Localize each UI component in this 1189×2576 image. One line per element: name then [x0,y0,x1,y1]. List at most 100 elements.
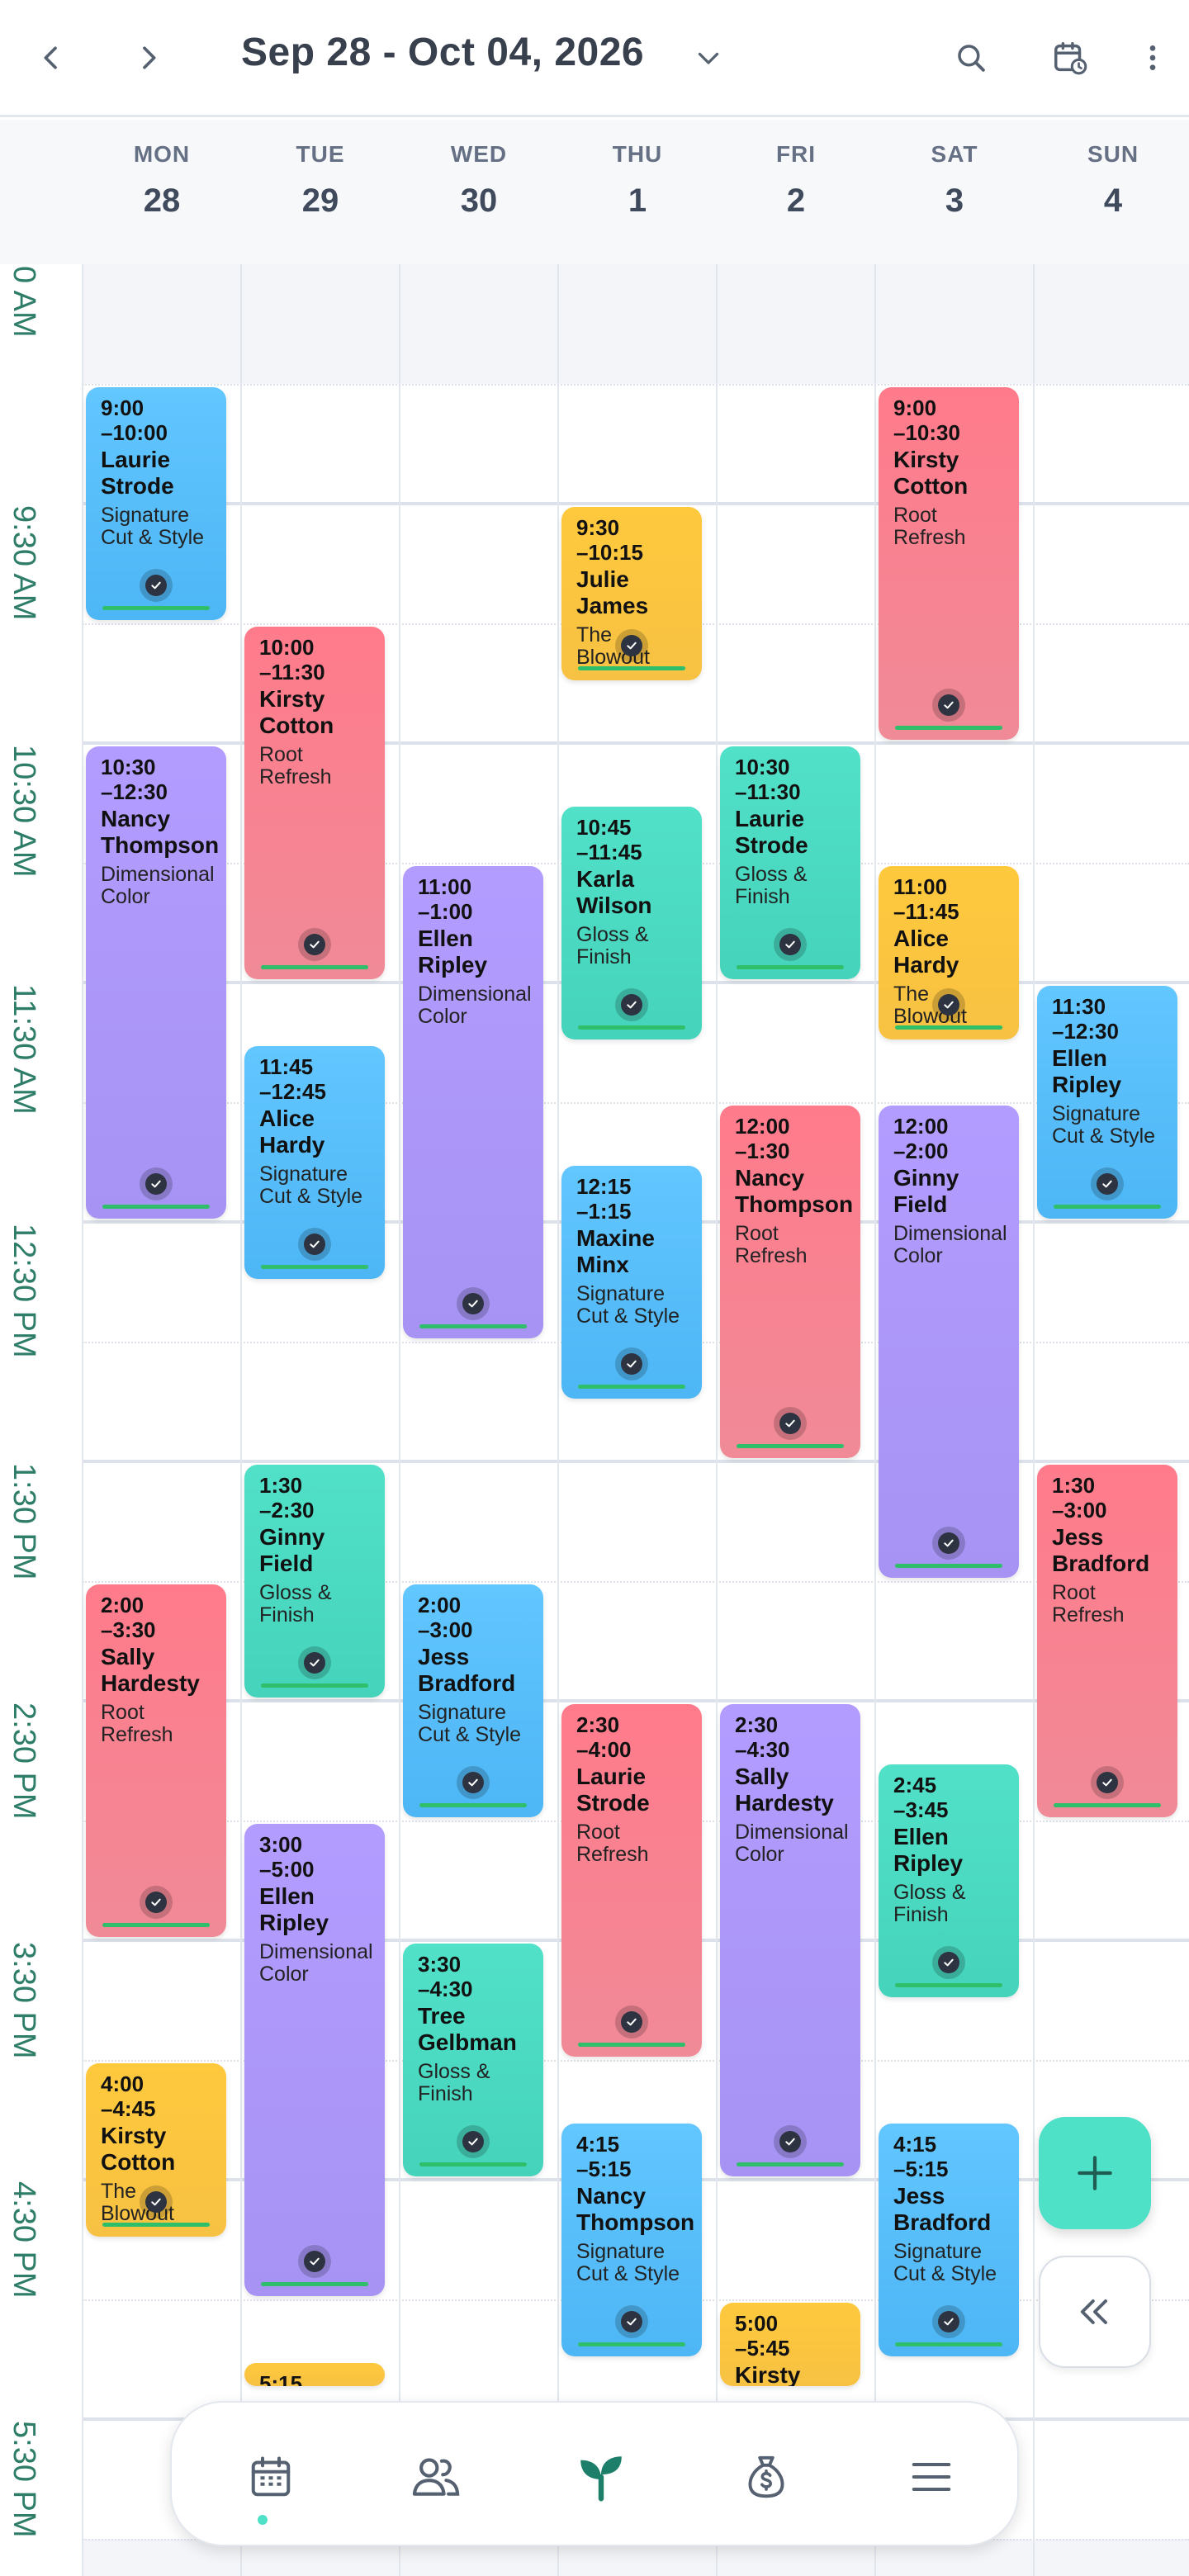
status-bar [895,1025,1002,1030]
calendar-grid[interactable]: 9:00 –10:00 Laurie Strode Signature Cut & … [82,264,1189,2576]
confirmed-check-icon [615,2005,648,2039]
appointment-open[interactable]: 5:15 –6:00 [244,2362,385,2386]
appointment-kirsty-cotton[interactable]: 5:00 –5:45Kirsty Cotton [720,2303,860,2386]
appointment-sally-hardesty[interactable]: 2:00 –3:30 Sally Hardesty Root Refresh [86,1584,226,1937]
confirmed-check-icon [1091,1167,1124,1200]
closed-hours-shade [83,264,1189,384]
nav-calendar[interactable] [230,2436,312,2518]
day-column-divider [399,264,400,2576]
date-range-title[interactable]: Sep 28 - Oct 04, 2026 [241,30,644,75]
confirmed-check-icon [774,1407,807,1440]
bottom-navigation [170,2401,1019,2546]
chevron-right-icon [143,46,156,69]
appointment-ginny-field[interactable]: 12:00 –2:00 Ginny Field Dimensional Color [879,1106,1019,1578]
status-bar [102,1205,210,1209]
service-name: Root Refresh [259,743,332,788]
time-label: 9:30 AM [7,505,41,621]
client-name: Nancy Thompson [576,2182,695,2235]
more-options-button[interactable] [1128,31,1177,84]
appointment-nancy-thompson[interactable]: 12:00 –1:30 Nancy Thompson Root Refresh [720,1106,860,1458]
appointment-tree-gelbman[interactable]: 3:30 –4:30 Tree Gelbman Gloss & Finish [403,1944,543,2176]
top-bar: Sep 28 - Oct 04, 2026 [0,0,1189,117]
confirmed-check-icon [774,928,807,961]
day-header-sat[interactable]: SAT 3 [875,141,1034,220]
appointment-time: 4:15 –5:15 [576,2131,632,2181]
date-range-dropdown[interactable] [682,31,735,84]
confirmed-check-icon [774,2125,807,2158]
appointment-laurie-strode[interactable]: 10:30 –11:30 Laurie Strode Gloss & Finish [720,746,860,979]
day-header-fri[interactable]: FRI 2 [717,141,875,220]
appointment-karla-wilson[interactable]: 10:45 –11:45 Karla Wilson Gloss & Finish [561,806,702,1039]
appointment-ginny-field[interactable]: 1:30 –2:30 Ginny Field Gloss & Finish [244,1465,385,1698]
appointment-ellen-ripley[interactable]: 11:00 –1:00 Ellen Ripley Dimensional Color [403,866,543,1338]
appointment-kirsty-cotton[interactable]: 9:00 –10:30 Kirsty Cotton Root Refresh [879,387,1019,740]
calendar-date-button[interactable] [1044,31,1097,84]
day-column-divider [874,264,876,2576]
hour-gridline [83,1460,1189,1463]
client-name: Laurie Strode [576,1764,650,1816]
day-header-tue[interactable]: TUE 29 [241,141,400,220]
client-name: Alice Hardy [259,1105,325,1158]
add-appointment-button[interactable] [1039,2117,1151,2229]
appointment-jess-bradford[interactable]: 4:15 –5:15 Jess Bradford Signature Cut & S… [879,2123,1019,2356]
appointment-ellen-ripley[interactable]: 3:00 –5:00 Ellen Ripley Dimensional Color [244,1824,385,2296]
appointment-jess-bradford[interactable]: 2:00 –3:00 Jess Bradford Signature Cut & S… [403,1584,543,1817]
collapse-panel-button[interactable] [1039,2256,1151,2368]
appointment-ellen-ripley[interactable]: 11:30 –12:30 Ellen Ripley Signature Cut & … [1037,986,1177,1219]
nav-menu[interactable] [890,2436,973,2518]
appointment-julie-james[interactable]: 9:30 –10:15 Julie James The Blowout [561,507,702,680]
time-label: 10:30 AM [7,745,41,878]
hour-gridline [83,502,1189,505]
nav-growth[interactable] [560,2436,642,2518]
nav-clients[interactable] [395,2436,477,2518]
client-name: Laurie Strode [101,447,174,499]
day-number: 29 [301,182,339,219]
appointment-time: 11:45 –12:45 [259,1054,326,1104]
appointment-time: 11:30 –12:30 [1052,994,1119,1044]
appointment-time: 4:15 –5:15 [893,2131,949,2181]
status-bar [578,2043,685,2047]
client-name: Tree Gelbman [418,2003,517,2055]
client-name: Ginny Field [893,1165,959,1217]
appointment-time: 2:00 –3:30 [101,1593,156,1642]
day-header-mon[interactable]: MON 28 [83,141,241,220]
appointment-time: 12:15 –1:15 [576,1173,632,1224]
time-label: 5:30 PM [7,2421,41,2538]
appointment-nancy-thompson[interactable]: 4:15 –5:15 Nancy Thompson Signature Cut & … [561,2123,702,2356]
nav-finances[interactable] [725,2436,808,2518]
appointment-jess-bradford[interactable]: 1:30 –3:00 Jess Bradford Root Refresh [1037,1465,1177,1817]
day-number: 1 [628,182,647,219]
appointment-kirsty-cotton[interactable]: 4:00 –4:45 Kirsty Cotton The Blowout [86,2063,226,2237]
appointment-maxine-minx[interactable]: 12:15 –1:15 Maxine Minx Signature Cut & St… [561,1165,702,1399]
appointment-time: 9:30 –10:15 [576,515,643,565]
day-column-divider [82,264,83,2576]
appointment-time: 2:45 –3:45 [893,1772,949,1822]
search-button[interactable] [945,31,997,84]
appointment-alice-hardy[interactable]: 11:00 –11:45 Alice Hardy The Blowout [879,866,1019,1039]
appointment-laurie-strode[interactable]: 2:30 –4:00 Laurie Strode Root Refresh [561,1704,702,2057]
appointment-laurie-strode[interactable]: 9:00 –10:00 Laurie Strode Signature Cut & … [86,387,226,620]
confirmed-check-icon [932,2304,965,2338]
appointment-ellen-ripley[interactable]: 2:45 –3:45 Ellen Ripley Gloss & Finish [879,1764,1019,1997]
appointment-alice-hardy[interactable]: 11:45 –12:45 Alice Hardy Signature Cut & S… [244,1045,385,1279]
day-header-wed[interactable]: WED 30 [400,141,558,220]
plus-icon [1078,2156,1112,2190]
status-bar [737,965,844,969]
appointment-time: 2:30 –4:00 [576,1712,632,1762]
prev-week-button[interactable] [25,31,78,84]
day-number: 2 [786,182,806,219]
day-header-thu[interactable]: THU 1 [558,141,717,220]
service-name: Gloss & Finish [893,1880,966,1926]
time-label: 0 AM [7,266,41,338]
day-column-divider [240,264,242,2576]
appointment-nancy-thompson[interactable]: 10:30 –12:30 Nancy Thompson Dimensional Co… [86,746,226,1219]
service-name: Root Refresh [101,1701,173,1746]
money-bag-icon [748,2455,784,2498]
status-bar [895,1564,1002,1568]
appointment-kirsty-cotton[interactable]: 10:00 –11:30 Kirsty Cotton Root Refresh [244,627,385,979]
next-week-button[interactable] [122,31,175,84]
chevron-down-icon [698,52,719,64]
appointment-sally-hardesty[interactable]: 2:30 –4:30 Sally Hardesty Dimensional Colo… [720,1704,860,2176]
client-name: Kirsty Cotton [101,2123,176,2175]
day-header-sun[interactable]: SUN 4 [1034,141,1189,220]
